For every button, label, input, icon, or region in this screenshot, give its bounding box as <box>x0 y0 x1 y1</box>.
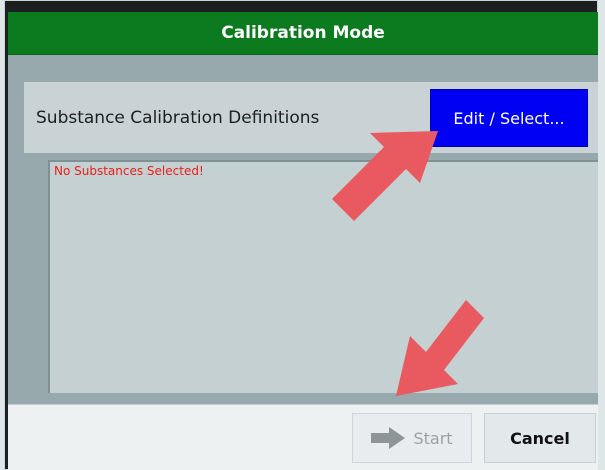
edit-select-button[interactable]: Edit / Select... <box>430 89 588 147</box>
cancel-button[interactable]: Cancel <box>484 413 596 463</box>
dialog-title: Calibration Mode <box>8 12 598 55</box>
dialog-footer: Start Cancel <box>8 404 598 470</box>
empty-list-message: No Substances Selected! <box>54 164 204 178</box>
start-button[interactable]: Start <box>352 413 472 463</box>
calibration-dialog: Calibration Mode Substance Calibration D… <box>8 12 598 470</box>
start-label: Start <box>413 428 453 448</box>
calibration-definitions-row: Substance Calibration Definitions Edit /… <box>24 82 598 153</box>
arrow-right-icon <box>371 427 406 449</box>
definitions-label: Substance Calibration Definitions <box>36 107 320 128</box>
substance-list[interactable]: No Substances Selected! <box>48 160 598 393</box>
